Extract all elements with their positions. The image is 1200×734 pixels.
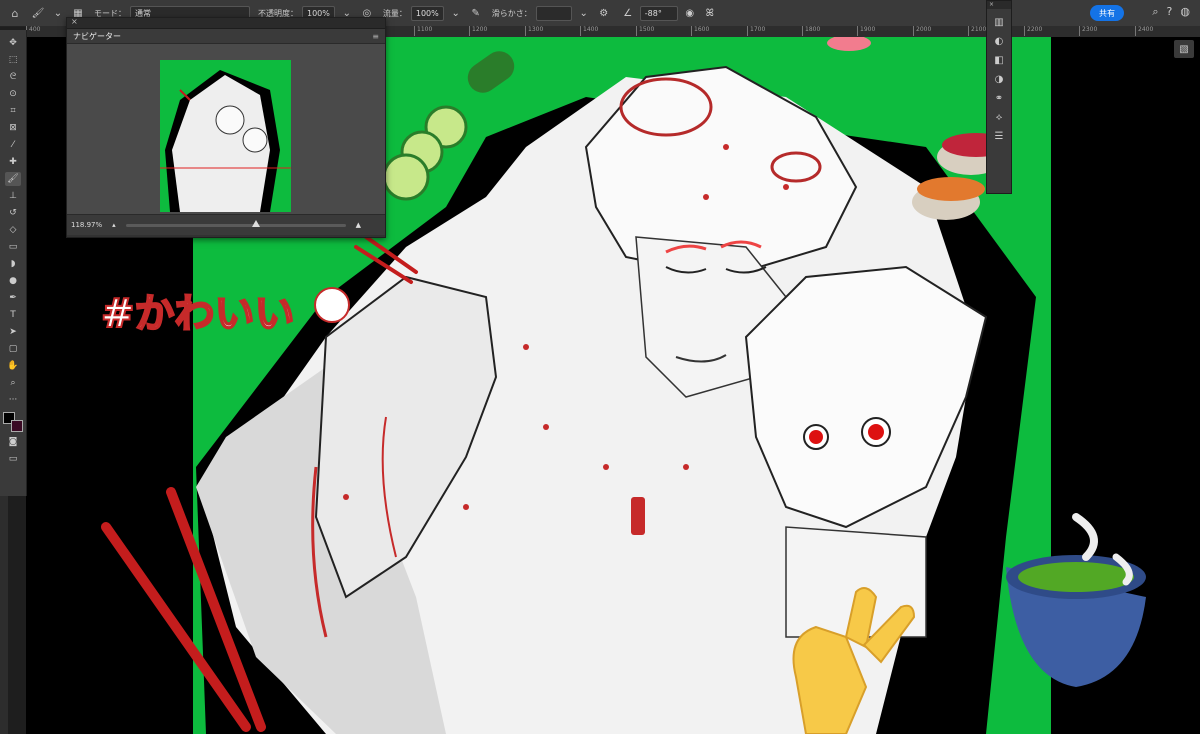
- search-icon[interactable]: ⌕: [1152, 5, 1158, 19]
- quick-mask-icon[interactable]: ◙: [5, 435, 21, 449]
- zoom-in-icon[interactable]: ▲: [356, 221, 361, 229]
- move-tool-icon[interactable]: ✥: [5, 36, 21, 50]
- zoom-tool-icon[interactable]: ⌕: [5, 376, 21, 390]
- more-tools-icon[interactable]: ···: [5, 393, 21, 407]
- ruler-tick: 1400: [580, 26, 598, 36]
- ruler-tick: 1300: [525, 26, 543, 36]
- brush-icon[interactable]: 🖌: [30, 5, 46, 21]
- zoom-out-icon[interactable]: ▴: [112, 221, 116, 229]
- background-color-swatch[interactable]: [11, 420, 23, 432]
- paths-panel-icon[interactable]: ⟡: [996, 112, 1003, 123]
- ruler-tick: 1900: [857, 26, 875, 36]
- tab-navigator[interactable]: ナビゲーター ≡: [67, 29, 385, 44]
- zoom-slider[interactable]: [125, 219, 346, 227]
- lasso-tool-icon[interactable]: ᘓ: [5, 70, 21, 84]
- panel-collapse-icon[interactable]: ×: [987, 1, 1011, 9]
- brush-tool-icon[interactable]: 🖌: [5, 172, 21, 186]
- navigator-thumbnail[interactable]: [160, 60, 291, 212]
- ruler-tick: 400: [26, 26, 40, 36]
- gear-icon[interactable]: ⚙: [596, 5, 612, 21]
- top-right-icons: ⌕ ? ◍: [1152, 5, 1190, 19]
- flow-input[interactable]: 100%: [410, 5, 444, 21]
- ruler-tick: 1600: [691, 26, 709, 36]
- pressure-size-icon[interactable]: ◉: [682, 5, 698, 21]
- dodge-tool-icon[interactable]: ●: [5, 274, 21, 288]
- navigator-title: ナビゲーター: [73, 31, 121, 41]
- screen-mode-icon[interactable]: ▭: [5, 452, 21, 466]
- help-icon[interactable]: ?: [1167, 5, 1173, 19]
- zoom-level[interactable]: 118.97%: [71, 221, 102, 229]
- chevron-down-icon[interactable]: ⌄: [448, 5, 464, 21]
- tools-panel: ✥ ⬚ ᘓ ⊙ ⌗ ⊠ ⁄ ✚ 🖌 ⊥ ↺ ◇ ▭ ◗ ● ✒ T ➤ ▢ ✋ …: [0, 30, 27, 496]
- smoothing-input[interactable]: [535, 5, 572, 21]
- hand-tool-icon[interactable]: ✋: [5, 359, 21, 373]
- healing-tool-icon[interactable]: ✚: [5, 155, 21, 169]
- panel-header[interactable]: ×: [67, 17, 385, 29]
- frame-tool-icon[interactable]: ⊠: [5, 121, 21, 135]
- crop-tool-icon[interactable]: ⌗: [5, 104, 21, 118]
- ruler-tick: 1100: [414, 26, 432, 36]
- angle-icon: ∠: [623, 7, 633, 19]
- smoothing-label: 滑らかさ：: [491, 8, 532, 18]
- flow-label: 流量：: [382, 8, 407, 18]
- ruler-tick: 1200: [469, 26, 487, 36]
- close-icon[interactable]: ×: [71, 17, 78, 26]
- hashtag-text: #かわいい: [101, 291, 295, 337]
- home-icon[interactable]: ⌂: [0, 0, 30, 26]
- navigator-preview-area[interactable]: [67, 44, 385, 214]
- swatches-panel-icon[interactable]: ◐: [995, 36, 1004, 47]
- ruler-tick: 2200: [1024, 26, 1042, 36]
- eyedropper-tool-icon[interactable]: ⁄: [5, 138, 21, 152]
- ruler-tick: 2000: [913, 26, 931, 36]
- history-brush-tool-icon[interactable]: ↺: [5, 206, 21, 220]
- ruler-tick: 2400: [1135, 26, 1153, 36]
- account-icon[interactable]: ◍: [1180, 5, 1190, 19]
- right-panel-strip: × ▥ ◐ ◧ ◑ ⚭ ⟡ ☰: [986, 0, 1012, 194]
- libraries-icon[interactable]: ▧: [1174, 40, 1194, 58]
- stamp-tool-icon[interactable]: ⊥: [5, 189, 21, 203]
- path-select-tool-icon[interactable]: ➤: [5, 325, 21, 339]
- ruler-tick: 1700: [747, 26, 765, 36]
- blur-tool-icon[interactable]: ◗: [5, 257, 21, 271]
- ruler-tick: 1800: [802, 26, 820, 36]
- ruler-tick: 1500: [636, 26, 654, 36]
- pen-tool-icon[interactable]: ✒: [5, 291, 21, 305]
- airbrush-icon[interactable]: ✎: [468, 5, 484, 21]
- ruler-tick: 2300: [1079, 26, 1097, 36]
- navigator-panel: × ナビゲーター ≡ 118.97% ▴ ▲: [66, 17, 386, 238]
- adjustments-panel-icon[interactable]: ◑: [995, 74, 1004, 85]
- eraser-tool-icon[interactable]: ◇: [5, 223, 21, 237]
- navigator-footer: 118.97% ▴ ▲: [67, 214, 385, 235]
- marquee-tool-icon[interactable]: ⬚: [5, 53, 21, 67]
- angle-input[interactable]: -88°: [639, 5, 678, 21]
- layers-panel-icon[interactable]: ◧: [994, 55, 1003, 66]
- brush-preset-picker[interactable]: ⌄: [50, 5, 66, 21]
- butterfly-icon[interactable]: ꕤ: [702, 5, 718, 21]
- gradient-tool-icon[interactable]: ▭: [5, 240, 21, 254]
- share-button[interactable]: 共有: [1090, 5, 1124, 21]
- chevron-down-icon[interactable]: ⌄: [576, 5, 592, 21]
- color-swatches[interactable]: [3, 412, 23, 432]
- properties-panel-icon[interactable]: ☰: [995, 131, 1004, 142]
- panel-menu-icon[interactable]: ≡: [372, 32, 379, 41]
- shape-tool-icon[interactable]: ▢: [5, 342, 21, 356]
- zoom-slider-handle[interactable]: [251, 219, 260, 227]
- channels-panel-icon[interactable]: ⚭: [995, 93, 1003, 104]
- quick-select-tool-icon[interactable]: ⊙: [5, 87, 21, 101]
- type-tool-icon[interactable]: T: [5, 308, 21, 322]
- color-panel-icon[interactable]: ▥: [994, 17, 1003, 28]
- ruler-tick: 2100: [968, 26, 986, 36]
